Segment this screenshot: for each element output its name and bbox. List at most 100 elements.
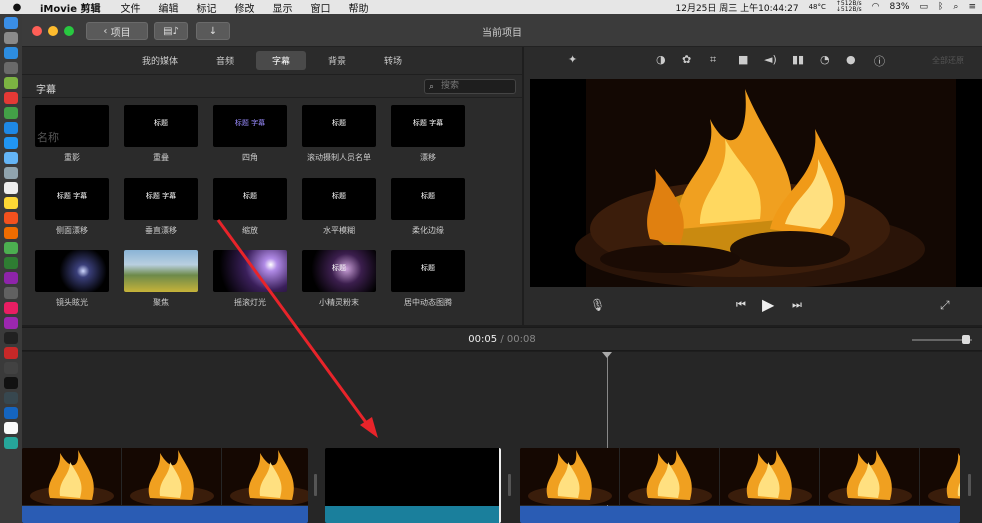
tab-my-media[interactable]: 我的媒体 (126, 51, 194, 70)
video-clip-1[interactable] (22, 448, 308, 523)
info-icon[interactable]: ⓘ (874, 53, 885, 69)
tv-icon[interactable] (4, 332, 18, 344)
fullscreen-icon[interactable]: ⤢ (940, 298, 950, 313)
title-tile[interactable]: 标题 重叠 (124, 105, 198, 163)
finder-icon[interactable] (4, 17, 18, 29)
menu-list-icon[interactable]: ≡ (968, 2, 976, 12)
mail-icon[interactable] (4, 137, 18, 149)
podcasts-icon[interactable] (4, 317, 18, 329)
wifi-icon[interactable]: ◠ (872, 2, 880, 12)
title-thumbnail: 标题 (302, 250, 376, 292)
chrome-icon[interactable] (4, 92, 18, 104)
title-tile[interactable]: 摇滚灯光 (213, 250, 287, 308)
notes-icon[interactable] (4, 197, 18, 209)
app-icon[interactable] (4, 107, 18, 119)
color-balance-icon[interactable]: ◑ (656, 53, 666, 66)
search-input[interactable]: ⌕ 搜索 (424, 79, 516, 94)
preview-icon[interactable] (4, 152, 18, 164)
search-icon[interactable]: ⌕ (953, 2, 958, 12)
app-icon[interactable] (4, 362, 18, 374)
app-icon[interactable] (4, 122, 18, 134)
title-tile[interactable]: 标题 居中动态图腾 (391, 250, 465, 308)
menu-view[interactable]: 显示 (272, 0, 292, 15)
clip-frame (820, 448, 919, 505)
app-icon[interactable] (4, 392, 18, 404)
title-tile[interactable]: 标题 缩放 (213, 178, 287, 236)
title-tile[interactable]: 标题 字幕 漂移 (391, 105, 465, 163)
skip-back-button[interactable]: ⏮ (736, 298, 746, 312)
skip-forward-button[interactable]: ⏭ (792, 298, 802, 312)
title-tile[interactable]: 标题 柔化边缘 (391, 178, 465, 236)
clip-handle[interactable] (508, 474, 511, 496)
download-icon[interactable] (4, 287, 18, 299)
timecode: 00:05 / 00:08 (22, 334, 982, 345)
menu-file[interactable]: 文件 (120, 0, 140, 15)
zoom-slider[interactable] (912, 335, 972, 344)
tab-titles[interactable]: 字幕 (255, 50, 306, 70)
title-tile[interactable]: 名称 重影 (35, 105, 109, 163)
clip-handle[interactable] (968, 474, 971, 496)
menu-mark[interactable]: 标记 (196, 0, 216, 15)
filter-icon[interactable]: ● (846, 53, 856, 66)
apple-icon[interactable]: ● (8, 2, 26, 13)
net-down: ↓512B/s (835, 6, 862, 13)
clip-frame (122, 448, 221, 505)
magic-wand-icon[interactable]: ✦ (568, 53, 577, 66)
datetime[interactable]: 12月25日 周三 上午10:44:27 (676, 1, 799, 14)
title-name: 重影 (64, 153, 80, 162)
title-tile[interactable]: 标题 小精灵粉末 (302, 250, 376, 308)
facetime-icon[interactable] (4, 257, 18, 269)
calendar-icon[interactable] (4, 182, 18, 194)
title-tile[interactable]: 标题 水平模糊 (302, 178, 376, 236)
clip-handle[interactable] (314, 474, 317, 496)
speedometer-icon[interactable]: ◔ (820, 53, 830, 66)
viewer-toolbar: ✦ ◑ ✿ ⌗ ■ ◄) ▮▮ ◔ ● ⓘ 全部还原 (524, 47, 982, 73)
title-thumbnail: 标题 (391, 250, 465, 292)
safari-icon[interactable] (4, 47, 18, 59)
volume-icon[interactable]: ◄) (764, 53, 777, 66)
tab-backgrounds[interactable]: 背景 (312, 51, 362, 70)
app-icon[interactable] (4, 347, 18, 359)
menu-modify[interactable]: 修改 (234, 0, 254, 15)
title-tile[interactable]: 镜头眩光 (35, 250, 109, 308)
title-tile[interactable]: 标题 字幕 垂直漂移 (124, 178, 198, 236)
messages-icon[interactable] (4, 242, 18, 254)
zoom-slider-knob[interactable] (962, 335, 970, 344)
clip-selection-edge[interactable] (499, 448, 501, 523)
play-button[interactable]: ▶ (762, 295, 774, 314)
menu-help[interactable]: 帮助 (348, 0, 368, 15)
title-tile[interactable]: 标题 字幕 侧面漂移 (35, 178, 109, 236)
menu-edit[interactable]: 编辑 (158, 0, 178, 15)
title-preview-text: 标题 (154, 119, 168, 127)
menu-window[interactable]: 窗口 (310, 0, 330, 15)
terminal-icon[interactable] (4, 377, 18, 389)
app-menu[interactable]: iMovie 剪辑 (40, 0, 100, 15)
app-icon[interactable] (4, 437, 18, 449)
bluetooth-icon[interactable]: ᛒ (938, 2, 943, 12)
video-clip-2[interactable] (520, 448, 960, 523)
music-icon[interactable] (4, 302, 18, 314)
android-icon[interactable] (4, 77, 18, 89)
tab-transitions[interactable]: 转场 (368, 51, 418, 70)
vpn-icon[interactable] (4, 407, 18, 419)
yandex-icon[interactable] (4, 422, 18, 434)
microphone-icon[interactable]: 🎙︎ (590, 298, 605, 312)
camera-icon[interactable]: ■ (738, 53, 748, 66)
app-icon[interactable] (4, 167, 18, 179)
app-icon[interactable] (4, 272, 18, 284)
photos-icon[interactable] (4, 227, 18, 239)
reset-all-button[interactable]: 全部还原 (932, 55, 964, 66)
equalizer-icon[interactable]: ▮▮ (792, 53, 804, 66)
battery-icon[interactable]: ▭ (919, 2, 928, 12)
title-tile[interactable]: 标题 字幕 四角 (213, 105, 287, 163)
title-tile[interactable]: 标题 滚动摄制人员名单 (302, 105, 376, 163)
app-icon[interactable] (4, 62, 18, 74)
app-icon[interactable] (4, 212, 18, 224)
playhead-handle[interactable] (602, 352, 612, 358)
title-clip[interactable] (325, 448, 501, 523)
crop-icon[interactable]: ⌗ (710, 53, 716, 67)
title-tile[interactable]: 聚焦 (124, 250, 198, 308)
color-palette-icon[interactable]: ✿ (682, 53, 691, 66)
launchpad-icon[interactable] (4, 32, 18, 44)
tab-audio[interactable]: 音频 (200, 51, 250, 70)
